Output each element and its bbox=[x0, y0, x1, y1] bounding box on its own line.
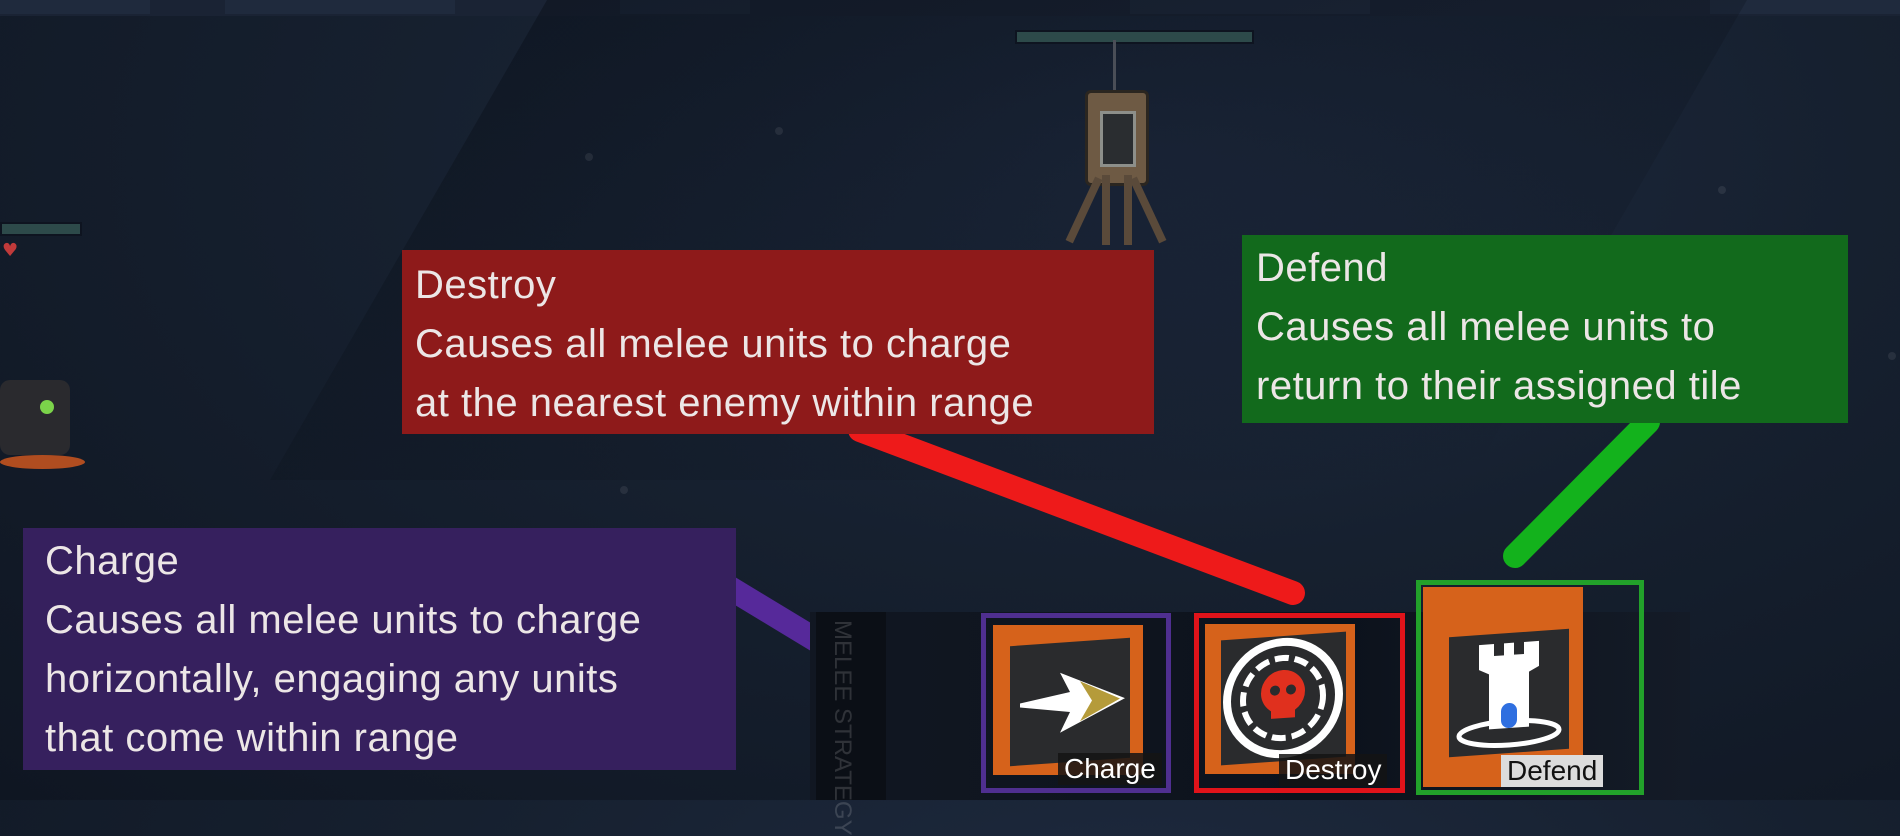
callout-text-line: Causes all melee units to bbox=[1256, 305, 1716, 349]
charge-arrow-icon bbox=[1020, 672, 1125, 733]
defend-button[interactable]: Defend bbox=[1416, 580, 1644, 795]
melee-strategy-label: MELEE STRATEGY bbox=[829, 620, 856, 836]
destroy-button-label: Destroy bbox=[1279, 754, 1388, 786]
callout-text-line: Causes all melee units to charge bbox=[45, 598, 642, 642]
destroy-connector-line bbox=[848, 418, 1305, 605]
castle-tower-icon bbox=[1456, 640, 1562, 749]
defend-callout: Defend Causes all melee units to return … bbox=[1242, 235, 1848, 423]
callout-title: Destroy bbox=[415, 263, 557, 307]
charge-button[interactable]: Charge bbox=[981, 613, 1171, 793]
callout-text-line: horizontally, engaging any units bbox=[45, 657, 619, 701]
callout-title: Charge bbox=[45, 539, 180, 583]
callout-text-line: that come within range bbox=[45, 716, 459, 760]
callout-text-line: Causes all melee units to charge bbox=[415, 322, 1012, 366]
callout-title: Defend bbox=[1256, 246, 1388, 290]
callout-text-line: at the nearest enemy within range bbox=[415, 381, 1035, 425]
skull-target-icon bbox=[1223, 637, 1343, 759]
destroy-button[interactable]: Destroy bbox=[1194, 613, 1405, 793]
callout-text-line: return to their assigned tile bbox=[1256, 364, 1742, 408]
charge-button-label: Charge bbox=[1058, 753, 1162, 785]
charge-callout: Charge Causes all melee units to charge … bbox=[23, 528, 736, 770]
destroy-callout: Destroy Causes all melee units to charge… bbox=[402, 250, 1154, 434]
defend-connector-line bbox=[1503, 410, 1660, 568]
defend-button-label: Defend bbox=[1501, 755, 1604, 787]
